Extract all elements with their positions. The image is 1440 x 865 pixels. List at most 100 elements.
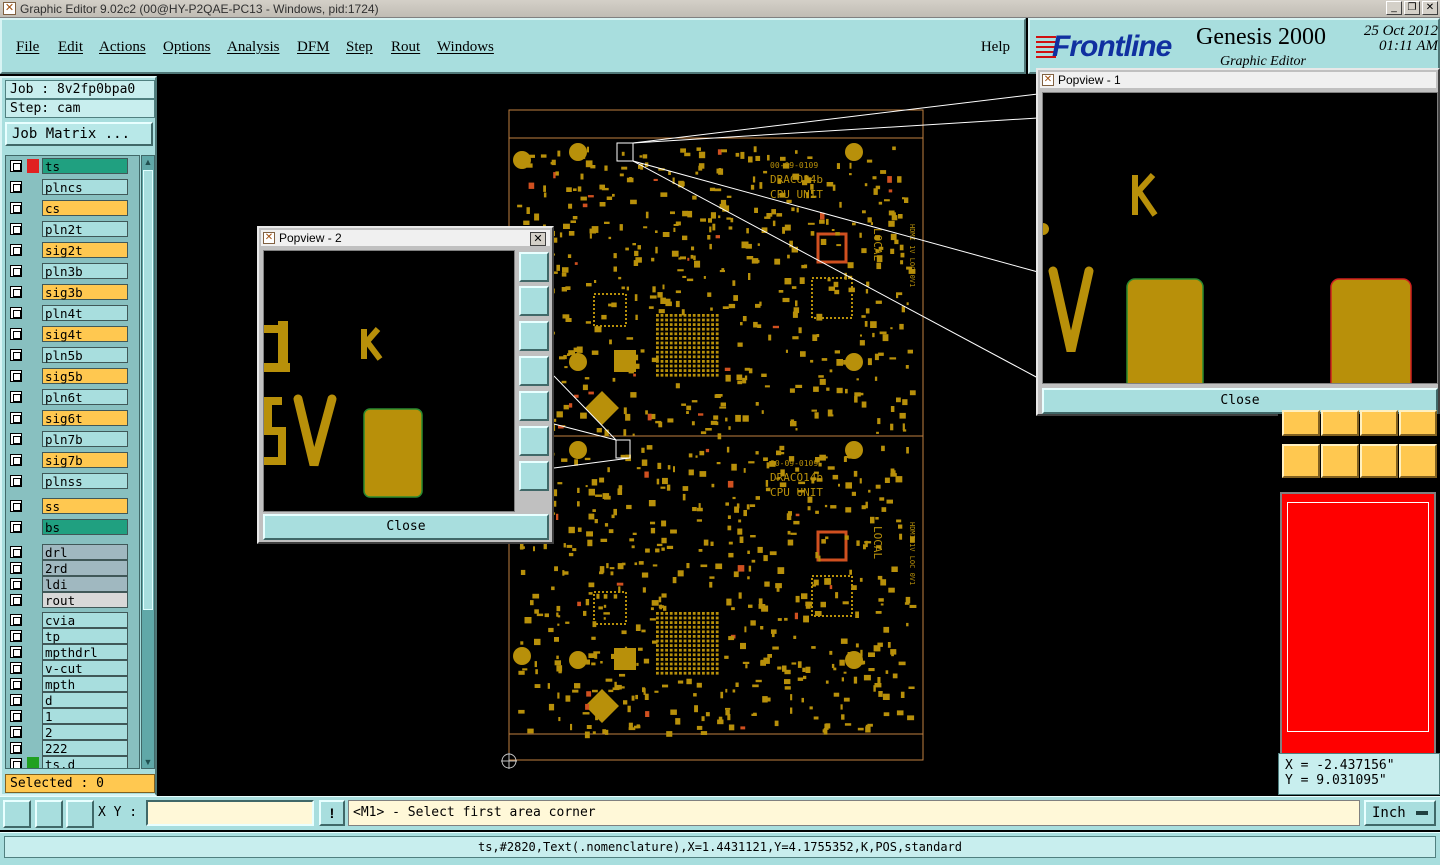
layer-row[interactable]: sig4t [8,326,139,342]
layer-name[interactable]: ldi [42,576,128,592]
layer-checkbox[interactable] [10,758,22,768]
layer-row[interactable]: pln4t [8,305,139,321]
layer-checkbox[interactable] [10,349,22,361]
layer-row[interactable]: 2 [8,724,139,740]
layer-row[interactable]: ldi [8,576,139,592]
layer-row[interactable]: sig6t [8,410,139,426]
select-circle-icon[interactable] [1360,444,1398,478]
layer-row[interactable]: plnss [8,473,139,489]
layer-checkbox[interactable] [10,454,22,466]
warning-icon[interactable]: ! [319,800,345,826]
tool-shape-icon[interactable] [1321,410,1359,436]
menu-edit[interactable]: Edit [58,39,83,56]
layer-checkbox[interactable] [10,630,22,642]
units-dropdown[interactable]: Inch [1364,800,1436,826]
layer-name[interactable]: bs [42,519,128,535]
layer-name[interactable]: sig4t [42,326,128,342]
tool-triangle-icon[interactable] [1282,410,1320,436]
layer-checkbox[interactable] [10,202,22,214]
layer-row[interactable]: ss [8,498,139,514]
zoom-area-icon[interactable] [3,800,31,828]
layer-checkbox[interactable] [10,614,22,626]
popview-1-view[interactable] [1042,92,1438,384]
layer-checkbox[interactable] [10,742,22,754]
pan-right-icon[interactable] [519,391,549,421]
menu-file[interactable]: File [16,39,39,56]
zoom-fit-icon[interactable] [519,252,549,282]
layer-name[interactable]: sig6t [42,410,128,426]
layer-name[interactable]: sig3b [42,284,128,300]
layer-name[interactable]: pln6t [42,389,128,405]
layer-name[interactable]: pln3b [42,263,128,279]
layer-row[interactable]: plncs [8,179,139,195]
layer-name[interactable]: mpthdrl [42,644,128,660]
zoom-out-icon[interactable] [519,461,549,491]
layer-row[interactable]: sig2t [8,242,139,258]
layer-row[interactable]: bs [8,519,139,535]
layer-name[interactable]: v-cut [42,660,128,676]
grid-icon[interactable] [66,800,94,828]
layer-row[interactable]: ts.d [8,756,139,768]
pan-down-icon[interactable] [519,321,549,351]
measure-icon[interactable] [35,800,63,828]
menu-help[interactable]: Help [981,39,1010,56]
layer-name[interactable]: 222 [42,740,128,756]
layer-checkbox[interactable] [10,391,22,403]
layer-checkbox[interactable] [10,181,22,193]
layer-row[interactable]: pln6t [8,389,139,405]
layer-row[interactable]: pln5b [8,347,139,363]
restore-icon[interactable]: ❐ [1404,1,1420,15]
minimize-icon[interactable]: _ [1386,1,1402,15]
xy-input[interactable] [146,800,314,826]
layer-name[interactable]: ts [42,158,128,174]
layer-row[interactable]: v-cut [8,660,139,676]
layer-checkbox[interactable] [10,223,22,235]
layer-row[interactable]: pln3b [8,263,139,279]
tool-measure-icon[interactable] [1399,410,1437,436]
layer-name[interactable]: d [42,692,128,708]
scroll-up-icon[interactable]: ▲ [143,156,153,168]
layer-name[interactable]: rout [42,592,128,608]
select-pointer-icon[interactable] [1282,444,1320,478]
layer-list-scrollbar[interactable]: ▲ ▼ [141,155,155,769]
layer-checkbox[interactable] [10,562,22,574]
layer-checkbox[interactable] [10,694,22,706]
layer-checkbox[interactable] [10,646,22,658]
layer-name[interactable]: 2 [42,724,128,740]
layer-row[interactable]: ts [8,158,139,174]
layer-name[interactable]: pln7b [42,431,128,447]
layer-checkbox[interactable] [10,244,22,256]
layer-row[interactable]: sig7b [8,452,139,468]
layer-row[interactable]: 1 [8,708,139,724]
menu-step[interactable]: Step [346,39,373,56]
layer-name[interactable]: pln2t [42,221,128,237]
layer-checkbox[interactable] [10,594,22,606]
layer-checkbox[interactable] [10,726,22,738]
menu-analysis[interactable]: Analysis [227,39,280,56]
overview-minimap[interactable] [1280,492,1436,758]
layer-row[interactable]: d [8,692,139,708]
layer-name[interactable]: sig2t [42,242,128,258]
layer-checkbox[interactable] [10,521,22,533]
layer-name[interactable]: pln5b [42,347,128,363]
layer-row[interactable]: 2rd [8,560,139,576]
layer-row[interactable]: mpth [8,676,139,692]
layer-checkbox[interactable] [10,578,22,590]
close-icon[interactable]: ✕ [530,232,546,246]
layer-name[interactable]: cs [42,200,128,216]
menu-rout[interactable]: Rout [391,39,420,56]
layer-row[interactable]: tp [8,628,139,644]
menu-options[interactable]: Options [163,39,211,56]
popview-2-view[interactable] [263,250,515,512]
menu-dfm[interactable]: DFM [297,39,330,56]
layer-checkbox[interactable] [10,412,22,424]
layer-row[interactable]: pln2t [8,221,139,237]
layer-checkbox[interactable] [10,546,22,558]
layer-checkbox[interactable] [10,265,22,277]
tool-arc-icon[interactable] [1360,410,1398,436]
menu-windows[interactable]: Windows [437,39,494,56]
layer-checkbox[interactable] [10,710,22,722]
close-icon[interactable]: ✕ [1422,1,1438,15]
zoom-in-icon[interactable] [519,426,549,456]
select-net-icon[interactable] [1399,444,1437,478]
